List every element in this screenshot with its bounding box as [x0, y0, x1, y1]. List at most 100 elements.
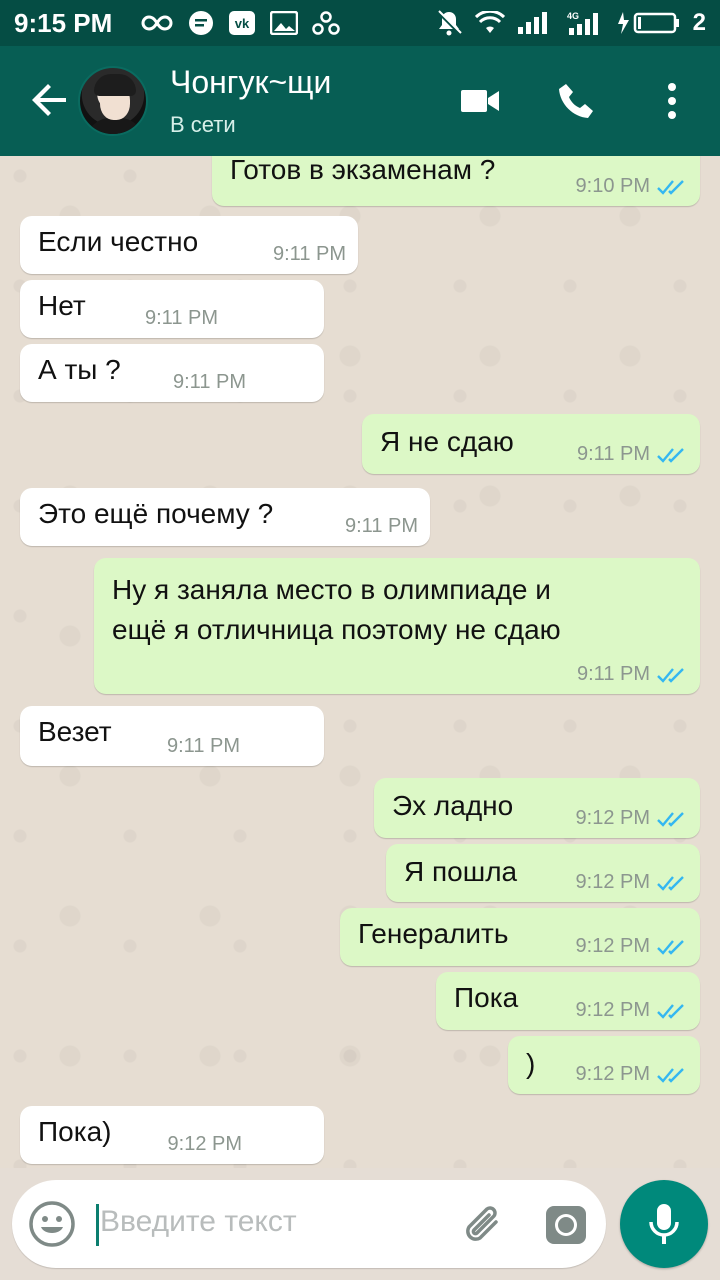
- message-text: Нет: [38, 290, 86, 321]
- message-incoming[interactable]: Везет 9:11 PM: [20, 706, 324, 766]
- message-text-line-2: ещё я отличница поэтому не сдаю: [112, 614, 561, 645]
- message-meta: 9:12 PM: [576, 935, 688, 958]
- message-text-line-1: Ну я заняла место в олимпиаде и: [112, 574, 551, 605]
- message-time: 9:12 PM: [575, 999, 650, 1021]
- avatar-shirt: [86, 118, 144, 134]
- double-check-icon: [656, 809, 688, 829]
- message-meta: 9:12 PM: [576, 871, 688, 894]
- message-time: 9:11 PM: [577, 443, 650, 465]
- voice-record-button[interactable]: [620, 1180, 708, 1268]
- message-meta: 9:12 PM: [168, 1133, 242, 1156]
- contact-name[interactable]: Чонгук~щи: [170, 64, 331, 101]
- message-list[interactable]: Готов в экзаменам ? 9:10 PM Если честно …: [0, 156, 720, 1168]
- back-arrow-icon: [32, 84, 66, 116]
- message-meta: 9:12 PM: [576, 999, 688, 1022]
- emoji-icon: [29, 1201, 75, 1247]
- video-call-button[interactable]: [455, 76, 505, 126]
- message-text: Если честно: [38, 226, 199, 257]
- video-call-icon: [461, 90, 499, 112]
- message-outgoing[interactable]: ) 9:12 PM: [508, 1036, 700, 1094]
- chat-notification-icon: [188, 10, 214, 36]
- double-check-icon: [656, 1001, 688, 1021]
- double-check-icon: [656, 177, 688, 197]
- message-incoming[interactable]: А ты ? 9:11 PM: [20, 344, 324, 402]
- message-outgoing[interactable]: Генералить 9:12 PM: [340, 908, 700, 966]
- chat-header: Чонгук~щи В сети: [0, 46, 720, 156]
- message-outgoing[interactable]: Я пошла 9:12 PM: [386, 844, 700, 902]
- message-time: 9:11 PM: [167, 735, 240, 757]
- battery-icon: [617, 10, 681, 36]
- message-time: 9:10 PM: [575, 175, 650, 197]
- message-outgoing[interactable]: Ну я заняла место в олимпиаде и ещё я от…: [94, 558, 700, 694]
- message-meta: 9:11 PM: [145, 307, 218, 330]
- mic-icon: [649, 1204, 679, 1244]
- mute-icon: [435, 9, 463, 37]
- voice-call-button[interactable]: [551, 76, 601, 126]
- network-type: 4G: [567, 11, 579, 21]
- attach-icon: [466, 1206, 498, 1241]
- message-incoming[interactable]: Если честно 9:11 PM: [20, 216, 358, 274]
- infinity-icon: [140, 13, 174, 33]
- text-cursor: [96, 1204, 99, 1246]
- back-button[interactable]: [26, 76, 74, 124]
- message-meta: 9:12 PM: [576, 1063, 688, 1086]
- signal-icon: [517, 11, 553, 35]
- double-check-icon: [656, 873, 688, 893]
- status-bar-left: 9:15 PM vk: [14, 7, 341, 39]
- signal-4g-icon: 4G: [565, 10, 605, 36]
- message-meta: 9:11 PM: [577, 663, 688, 686]
- phone-icon: [559, 84, 593, 118]
- double-check-icon: [656, 937, 688, 957]
- message-incoming[interactable]: Это ещё почему ? 9:11 PM: [20, 488, 430, 546]
- message-incoming[interactable]: Нет 9:11 PM: [20, 280, 324, 338]
- message-outgoing[interactable]: Эх ладно 9:12 PM: [374, 778, 700, 838]
- message-time: 9:11 PM: [173, 371, 246, 393]
- message-outgoing[interactable]: Пока 9:12 PM: [436, 972, 700, 1030]
- gallery-icon: [270, 11, 299, 35]
- camera-icon: [546, 1206, 586, 1244]
- message-time: 9:12 PM: [575, 807, 650, 829]
- wifi-icon: [474, 11, 505, 35]
- message-text: ): [526, 1048, 536, 1079]
- contact-status: В сети: [170, 112, 236, 137]
- status-bar-right: 4G 2: [435, 9, 706, 37]
- avatar[interactable]: [78, 66, 148, 136]
- message-time: 9:12 PM: [167, 1133, 242, 1155]
- more-options-button[interactable]: [647, 76, 697, 126]
- more-vert-icon: [668, 83, 676, 119]
- status-bar: 9:15 PM vk 4G 2: [0, 0, 720, 46]
- message-time: 9:12 PM: [575, 1063, 650, 1085]
- message-outgoing[interactable]: Я не сдаю 9:11 PM: [362, 414, 700, 474]
- message-input[interactable]: Введите текст: [12, 1180, 606, 1268]
- attach-button[interactable]: [458, 1198, 510, 1250]
- message-incoming[interactable]: Пока) 9:12 PM: [20, 1106, 324, 1164]
- message-time: 9:12 PM: [575, 871, 650, 893]
- emoji-button[interactable]: [26, 1198, 78, 1250]
- message-text: Пока): [38, 1116, 112, 1147]
- message-time: 9:11 PM: [273, 243, 346, 265]
- message-outgoing[interactable]: Готов в экзаменам ? 9:10 PM: [212, 156, 700, 206]
- message-time: 9:11 PM: [145, 307, 218, 329]
- message-meta: 9:11 PM: [577, 443, 688, 466]
- message-meta: 9:11 PM: [173, 371, 246, 394]
- message-time: 9:11 PM: [345, 515, 418, 537]
- camera-button[interactable]: [540, 1198, 592, 1250]
- input-placeholder: Введите текст: [100, 1205, 297, 1238]
- message-time: 9:11 PM: [577, 663, 650, 685]
- share-nodes-icon: [312, 10, 341, 36]
- message-text: Это ещё почему ?: [38, 498, 274, 529]
- status-time: 9:15 PM: [14, 7, 113, 38]
- message-text: Я не сдаю: [380, 426, 514, 457]
- message-text: Пока: [454, 982, 519, 1013]
- svg-text:vk: vk: [235, 16, 250, 31]
- message-meta: 9:11 PM: [345, 515, 418, 538]
- message-meta: 9:10 PM: [576, 175, 688, 198]
- avatar-hair: [94, 74, 136, 96]
- message-meta: 9:11 PM: [273, 243, 346, 266]
- vk-icon: vk: [228, 10, 256, 36]
- message-text: Генералить: [358, 918, 509, 949]
- double-check-icon: [656, 1065, 688, 1085]
- message-meta: 9:12 PM: [576, 807, 688, 830]
- message-meta: 9:11 PM: [167, 735, 240, 758]
- compose-bar: Введите текст: [0, 1168, 720, 1280]
